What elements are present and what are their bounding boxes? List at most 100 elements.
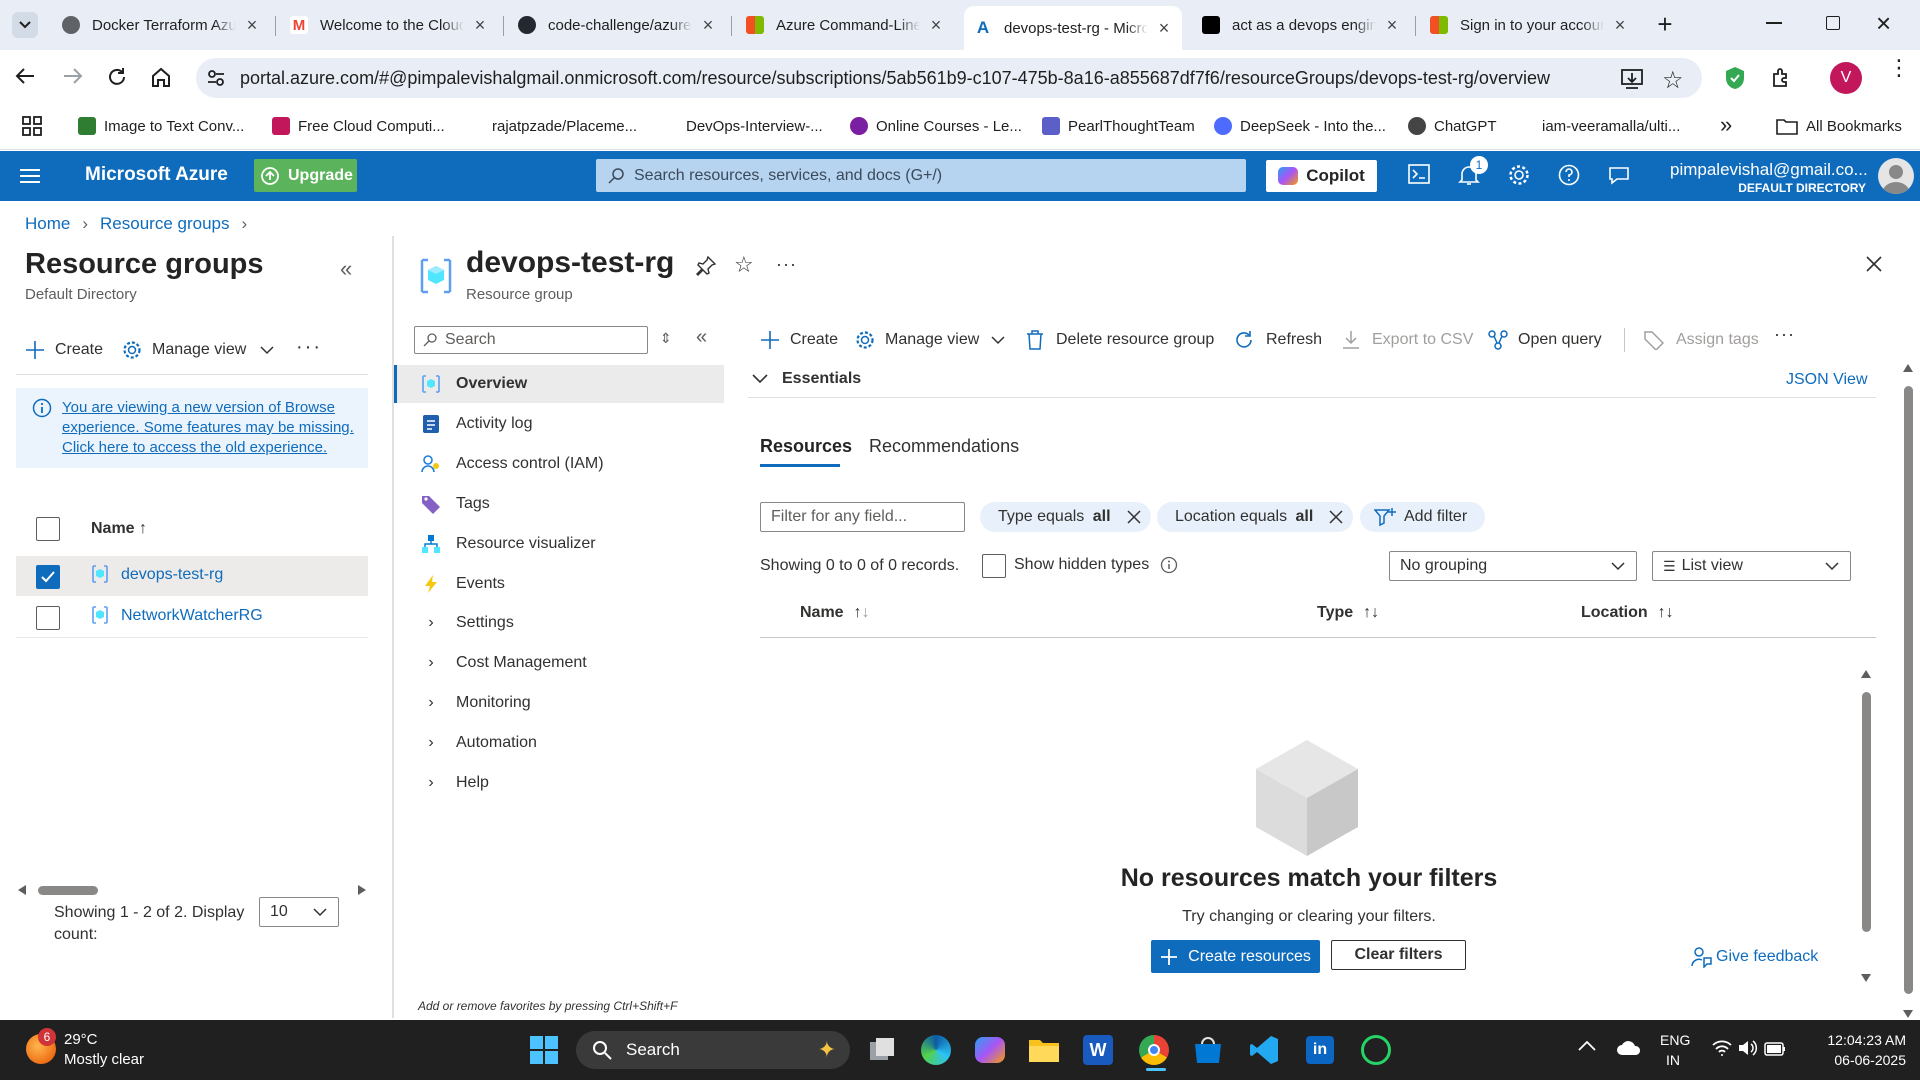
toolbar-create-button[interactable]: Create — [760, 326, 838, 354]
close-icon[interactable]: × — [472, 15, 488, 36]
tab-resources[interactable]: Resources — [760, 436, 852, 457]
add-filter-button[interactable]: Add filter — [1360, 502, 1486, 532]
word-icon[interactable]: W — [1078, 1030, 1118, 1070]
taskbar-search[interactable]: Search ✦ — [576, 1031, 850, 1069]
wifi-icon[interactable] — [1712, 1040, 1732, 1056]
toolbar-more-icon[interactable]: ··· — [1774, 324, 1795, 345]
create-resources-button[interactable]: Create resources — [1151, 940, 1320, 973]
horizontal-scrollbar[interactable] — [18, 882, 366, 898]
bookmark-item[interactable]: ChatGPT — [1408, 114, 1497, 138]
toolbar-manage-view-button[interactable]: Manage view — [855, 326, 1005, 354]
global-search-input[interactable]: Search resources, services, and docs (G+… — [596, 159, 1246, 192]
linkedin-icon[interactable]: in — [1300, 1030, 1340, 1070]
menu-item-resource-visualizer[interactable]: Resource visualizer — [420, 525, 724, 563]
browser-tab[interactable]: Sign in to your account × — [1420, 8, 1638, 42]
column-header-type[interactable]: Type ↑↓ — [1317, 604, 1379, 622]
forward-icon[interactable] — [62, 66, 84, 86]
give-feedback-link[interactable]: Give feedback — [1690, 946, 1818, 968]
bookmark-item[interactable]: Online Courses - Le... — [850, 114, 1022, 138]
menu-group-settings[interactable]: › Settings — [420, 604, 724, 642]
name-column-header[interactable]: Name ↑ — [91, 520, 147, 538]
menu-group-monitoring[interactable]: › Monitoring — [420, 684, 724, 722]
results-scrollbar[interactable] — [1860, 670, 1872, 982]
install-app-icon[interactable] — [1620, 68, 1644, 90]
close-icon[interactable]: × — [700, 15, 716, 36]
browser-tab[interactable]: act as a devops engineer × — [1192, 8, 1410, 42]
azure-brand[interactable]: Microsoft Azure — [85, 164, 228, 186]
menu-item-events[interactable]: Events — [420, 565, 724, 603]
bookmark-item[interactable]: iam-veeramalla/ulti... — [1516, 114, 1680, 138]
show-hidden-icons[interactable] — [1578, 1040, 1596, 1052]
grouping-select[interactable]: No grouping — [1389, 551, 1637, 581]
menu-group-help[interactable]: › Help — [420, 764, 724, 802]
close-icon[interactable]: × — [1612, 15, 1628, 36]
toolbar-refresh-button[interactable]: Refresh — [1234, 326, 1322, 354]
menu-item-overview[interactable]: Overview — [420, 365, 724, 403]
url-text[interactable]: portal.azure.com/#@pimpalevishalgmail.on… — [240, 68, 1550, 89]
more-bookmarks-icon[interactable]: » — [1720, 112, 1732, 138]
shield-extension-icon[interactable] — [1724, 66, 1746, 90]
settings-gear-icon[interactable] — [1508, 164, 1530, 186]
menu-group-automation[interactable]: › Automation — [420, 724, 724, 762]
collapse-panel-icon[interactable]: « — [340, 256, 352, 282]
toolbar-delete-button[interactable]: Delete resource group — [1026, 326, 1214, 354]
browser-tab[interactable]: Azure Command-Line × — [736, 8, 954, 42]
bookmark-star-icon[interactable]: ☆ — [1662, 66, 1684, 95]
breadcrumb-resource-groups[interactable]: Resource groups — [100, 214, 229, 234]
column-header-name[interactable]: Name ↑↓ — [800, 604, 870, 622]
create-button[interactable]: Create — [25, 340, 103, 360]
toolbar-export-csv-button[interactable]: Export to CSV — [1342, 326, 1473, 354]
clear-filters-button[interactable]: Clear filters — [1331, 940, 1466, 970]
row-checkbox-checked[interactable] — [36, 565, 60, 589]
filter-pill-type[interactable]: Type equals all — [980, 502, 1151, 532]
account-avatar[interactable] — [1878, 158, 1914, 194]
back-icon[interactable] — [14, 66, 36, 86]
toolbar-open-query-button[interactable]: Open query — [1488, 326, 1602, 354]
menu-search-input[interactable]: Search — [414, 326, 648, 354]
new-tab-button[interactable]: + — [1650, 10, 1680, 40]
browser-tab[interactable]: Docker Terraform Azure × — [52, 8, 270, 42]
display-count-select[interactable]: 10 — [259, 897, 339, 927]
column-header-location[interactable]: Location ↑↓ — [1581, 604, 1674, 622]
close-icon[interactable] — [1329, 510, 1343, 524]
menu-item-tags[interactable]: Tags — [420, 485, 724, 523]
extensions-icon[interactable] — [1770, 66, 1792, 88]
bookmark-item[interactable]: PearlThoughtTeam — [1042, 114, 1195, 138]
upgrade-button[interactable]: Upgrade — [254, 159, 357, 192]
bookmark-item[interactable]: rajatpzade/Placeme... — [466, 114, 637, 138]
store-icon[interactable] — [1188, 1030, 1228, 1070]
more-options-icon[interactable]: ··· — [776, 254, 797, 275]
essentials-toggle[interactable]: Essentials — [752, 370, 861, 388]
copilot-button[interactable]: Copilot — [1266, 160, 1377, 192]
manage-view-button[interactable]: Manage view — [122, 340, 274, 360]
close-icon[interactable] — [1127, 510, 1141, 524]
bookmark-item[interactable]: DevOps-Interview-... — [660, 114, 823, 138]
more-options-icon[interactable]: ··· — [296, 336, 322, 359]
menu-group-cost-management[interactable]: › Cost Management — [420, 644, 724, 682]
bookmark-item[interactable]: Free Cloud Computi... — [272, 114, 445, 138]
info-icon[interactable] — [1160, 556, 1178, 574]
help-icon[interactable] — [1558, 164, 1580, 186]
minimize-button[interactable] — [1766, 22, 1782, 24]
resource-group-link[interactable]: devops-test-rg — [121, 566, 223, 584]
reload-icon[interactable] — [106, 66, 128, 88]
resource-group-link[interactable]: NetworkWatcherRG — [121, 607, 263, 625]
favorite-star-icon[interactable]: ☆ — [734, 252, 754, 278]
menu-item-activity-log[interactable]: Activity log — [420, 405, 724, 443]
close-icon[interactable]: × — [244, 15, 260, 36]
browser-tab-active[interactable]: A devops-test-rg - Microsoft Azure × — [964, 6, 1182, 50]
expand-collapse-icon[interactable]: ⇕ — [660, 330, 672, 347]
site-info-icon[interactable] — [206, 68, 226, 88]
show-hidden-checkbox[interactable] — [982, 554, 1006, 578]
all-bookmarks[interactable]: All Bookmarks — [1776, 114, 1902, 138]
task-view-icon[interactable] — [862, 1030, 902, 1070]
tab-recommendations[interactable]: Recommendations — [869, 436, 1019, 457]
apps-grid-icon[interactable] — [22, 116, 42, 136]
account-email[interactable]: pimpalevishal@gmail.co... — [1670, 160, 1868, 180]
close-icon[interactable]: × — [1384, 15, 1400, 36]
select-all-checkbox[interactable] — [36, 517, 60, 541]
onedrive-icon[interactable] — [1616, 1040, 1642, 1056]
close-window-button[interactable]: × — [1876, 8, 1891, 39]
bookmark-item[interactable]: DeepSeek - Into the... — [1214, 114, 1386, 138]
vscode-icon[interactable] — [1244, 1030, 1284, 1070]
